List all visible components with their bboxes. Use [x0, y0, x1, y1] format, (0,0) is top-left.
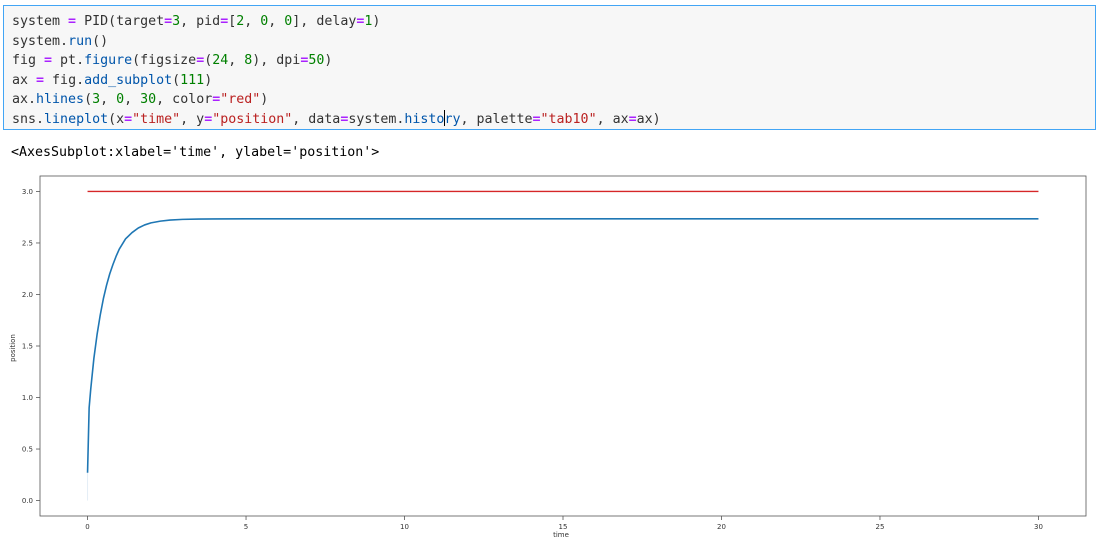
code-token: ): [204, 72, 213, 88]
code-token: =: [220, 14, 229, 29]
code-token: ), dpi: [252, 53, 301, 68]
x-tick-label: 15: [559, 523, 568, 531]
code-line[interactable]: system.run(): [12, 32, 661, 52]
code-token: =: [124, 111, 133, 127]
x-tick-label: 25: [876, 523, 885, 531]
y-tick-label: 0.5: [22, 446, 33, 454]
code-token: , ax: [596, 111, 629, 127]
code-token: system: [12, 33, 61, 49]
code-token: figure: [84, 53, 133, 68]
code-token: hlines: [36, 92, 85, 107]
x-ticks: 0 5 10 15 20 25 30: [85, 516, 1043, 531]
code-token: system: [348, 111, 397, 127]
y-tick-label: 2.0: [22, 291, 33, 299]
code-token: "red": [220, 92, 261, 107]
y-tick-label: 3.0: [22, 188, 33, 196]
code-token: =: [164, 14, 173, 29]
code-cell[interactable]: system = PID(target=3, pid=[2, 0, 0], de…: [3, 5, 1096, 130]
x-tick-label: 5: [244, 523, 248, 531]
code-token: histo: [404, 111, 445, 127]
code-token: =: [44, 53, 53, 68]
x-tick-label: 30: [1034, 523, 1043, 531]
code-token: (: [172, 72, 181, 88]
code-token: 0: [116, 92, 125, 107]
y-tick-label: 0.0: [22, 497, 33, 505]
chart-output: 0.0 0.5 1.0 1.5 2.0 2.5 3.0 0 5 10 15 20 25 30 time …: [0, 170, 1101, 551]
code-token: 50: [308, 53, 325, 68]
code-token: add_subplot: [84, 72, 173, 88]
code-token: lineplot: [44, 111, 109, 127]
code-token: ): [260, 92, 269, 107]
code-token: ,: [244, 14, 261, 29]
code-token: pt: [52, 53, 77, 68]
code-token: PID(target: [76, 14, 165, 29]
code-token: 30: [140, 92, 157, 107]
y-tick-label: 1.5: [22, 343, 33, 351]
code-token: .: [76, 53, 85, 68]
code-token: =: [36, 72, 45, 88]
plot-area-frame: [39, 175, 1087, 517]
y-axis-label: position: [9, 334, 17, 362]
code-token: (): [92, 33, 109, 49]
y-tick-label: 2.5: [22, 239, 33, 247]
y-tick-label: 1.0: [22, 394, 33, 402]
code-token: =: [196, 53, 205, 68]
line-chart: 0.00.51.01.52.02.53.0 0 5 10 15 20 25 30 time …: [9, 175, 1087, 539]
code-line[interactable]: sns.lineplot(x="time", y="position", dat…: [12, 109, 661, 130]
code-token: .: [36, 111, 45, 127]
code-token: 111: [180, 72, 205, 88]
code-line[interactable]: ax = fig.add_subplot(111): [12, 71, 661, 91]
code-line[interactable]: fig = pt.figure(figsize=(24, 8), dpi=50): [12, 51, 661, 71]
code-token: 3: [172, 14, 181, 29]
code-token: .: [60, 33, 69, 49]
code-token: =: [532, 111, 541, 127]
code-token: ): [372, 14, 381, 29]
code-token: system: [12, 14, 69, 29]
code-token: , color: [156, 92, 213, 107]
code-token: sns: [12, 111, 37, 127]
code-token: , pid: [180, 14, 221, 29]
code-token: (x: [108, 111, 125, 127]
code-token: ,: [100, 92, 117, 107]
code-token: "tab10": [540, 111, 597, 127]
x-tick-label: 10: [400, 523, 409, 531]
code-token: =: [68, 14, 77, 29]
y-ticks: 0.0 0.5 1.0 1.5 2.0 2.5 3.0: [22, 188, 40, 505]
code-editor[interactable]: system = PID(target=3, pid=[2, 0, 0], de…: [12, 12, 661, 129]
code-token: .: [28, 92, 37, 107]
code-token: =: [628, 111, 637, 127]
code-token: ,: [268, 14, 285, 29]
code-token: ax: [12, 72, 37, 88]
code-token: (: [84, 92, 93, 107]
code-token: , y: [180, 111, 205, 127]
code-token: "time": [132, 111, 181, 127]
code-line[interactable]: system = PID(target=3, pid=[2, 0, 0], de…: [12, 12, 661, 32]
code-token: ry: [444, 111, 461, 127]
code-token: ax: [12, 92, 29, 107]
code-line[interactable]: ax.hlines(3, 0, 30, color="red"): [12, 90, 661, 110]
x-tick-label: 20: [717, 523, 726, 531]
code-token: fig: [12, 53, 45, 68]
code-token: fig: [44, 72, 77, 88]
code-token: "position": [212, 111, 293, 127]
code-token: .: [76, 72, 85, 88]
cell-output-text: <AxesSubplot:xlabel='time', ylabel='posi…: [11, 145, 380, 160]
code-token: 24: [212, 53, 229, 68]
code-token: 3: [92, 92, 101, 107]
code-token: , data: [292, 111, 341, 127]
code-token: , palette: [460, 111, 533, 127]
code-token: ax): [636, 111, 661, 127]
code-token: ,: [228, 53, 245, 68]
code-token: run: [68, 33, 93, 49]
x-tick-label: 0: [85, 523, 89, 531]
code-token: ): [324, 53, 333, 68]
code-token: ,: [124, 92, 141, 107]
x-axis-label: time: [553, 531, 569, 539]
code-token: (figsize: [132, 53, 197, 68]
code-token: ], delay: [292, 14, 357, 29]
